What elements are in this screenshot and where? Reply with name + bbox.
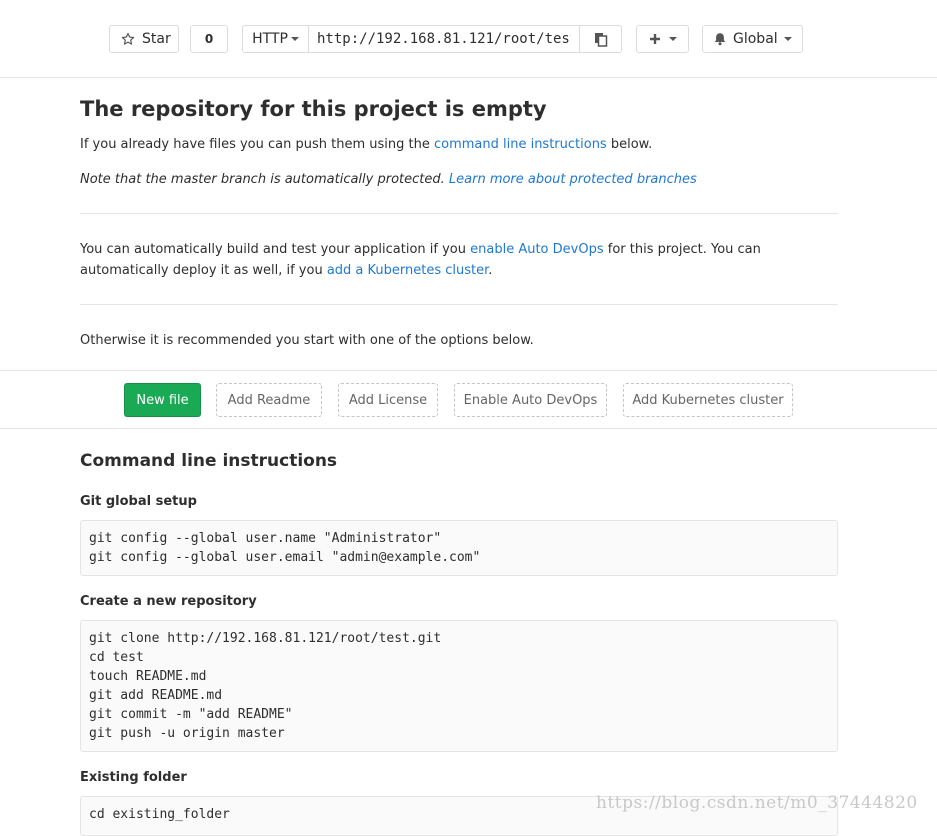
chevron-down-icon — [783, 37, 792, 41]
notification-label: Global — [733, 31, 778, 47]
command-line-link[interactable]: command line instructions — [434, 137, 607, 152]
empty-repo-title: The repository for this project is empty — [80, 97, 547, 121]
add-kubernetes-cluster-button[interactable]: Add Kubernetes cluster — [623, 383, 793, 417]
star-label: Star — [142, 31, 171, 47]
star-count[interactable]: 0 — [190, 25, 228, 53]
intro-text: If you already have files you can push t… — [80, 137, 434, 152]
add-license-button[interactable]: Add License — [338, 383, 438, 417]
add-kubernetes-link[interactable]: add a Kubernetes cluster — [327, 263, 488, 278]
clone-url-input[interactable] — [309, 26, 579, 52]
notification-dropdown[interactable]: Global — [702, 25, 803, 53]
protocol-label: HTTP — [252, 31, 288, 47]
existing-folder-title: Existing folder — [80, 770, 187, 785]
push-instructions-text: If you already have files you can push t… — [80, 134, 838, 155]
add-readme-button[interactable]: Add Readme — [216, 383, 322, 417]
enable-auto-devops-button[interactable]: Enable Auto DevOps — [454, 383, 607, 417]
devops-text: You can automatically build and test you… — [80, 242, 471, 257]
chevron-down-icon — [668, 37, 677, 41]
new-repository-code[interactable]: git clone http://192.168.81.121/root/tes… — [80, 620, 838, 752]
command-line-title: Command line instructions — [80, 451, 338, 471]
bell-icon — [714, 33, 726, 46]
otherwise-text: Otherwise it is recommended you start wi… — [80, 333, 534, 348]
protected-branch-note: Note that the master branch is automatic… — [80, 169, 838, 190]
clone-url-group: HTTP — [242, 25, 622, 53]
protocol-dropdown[interactable]: HTTP — [243, 26, 309, 52]
intro-text-end: below. — [606, 137, 653, 152]
divider — [80, 213, 838, 214]
plus-icon — [649, 34, 660, 44]
copy-url-button[interactable] — [579, 26, 621, 52]
git-global-setup-code[interactable]: git config --global user.name "Administr… — [80, 520, 838, 576]
watermark: https://blog.csdn.net/m0_37444820 — [596, 793, 918, 813]
star-button[interactable]: Star — [109, 25, 179, 53]
enable-auto-devops-link[interactable]: enable Auto DevOps — [470, 242, 603, 257]
new-repository-title: Create a new repository — [80, 594, 257, 609]
auto-devops-text: You can automatically build and test you… — [80, 239, 838, 281]
devops-text-end: . — [488, 263, 493, 278]
git-global-setup-title: Git global setup — [80, 494, 197, 509]
note-text: Note that the master branch is automatic… — [80, 172, 449, 187]
clipboard-icon — [594, 32, 607, 47]
new-item-dropdown[interactable] — [636, 25, 689, 53]
protected-branches-link[interactable]: Learn more about protected branches — [449, 172, 697, 187]
project-toolbar: Star 0 HTTP Global — [0, 0, 937, 78]
new-file-button[interactable]: New file — [124, 383, 201, 417]
chevron-down-icon — [290, 37, 299, 41]
star-icon — [121, 32, 135, 45]
divider — [80, 304, 838, 305]
